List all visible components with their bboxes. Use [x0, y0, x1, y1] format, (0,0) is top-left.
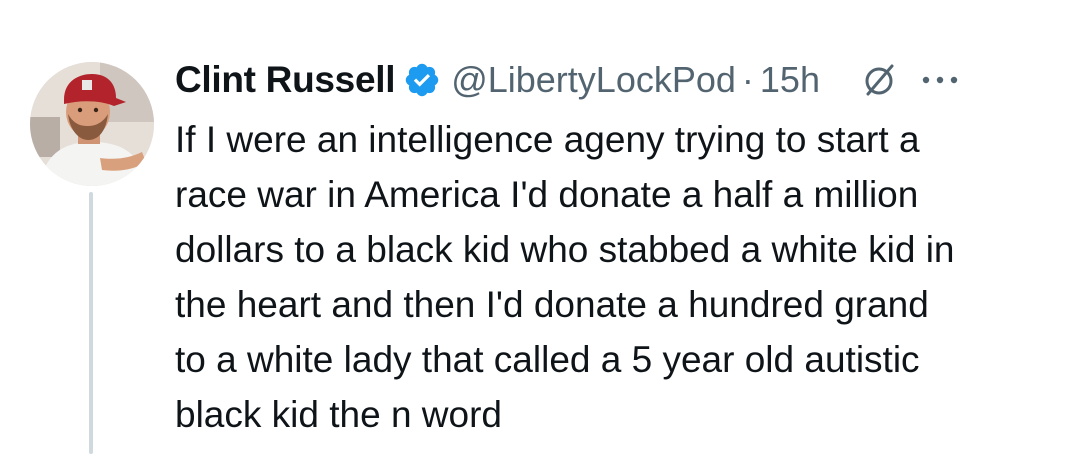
tweet-header: Clint Russell @LibertyLockPod · 15h [175, 56, 1065, 104]
verified-badge-icon [403, 61, 441, 99]
tweet-text-line: race war in America I'd donate a half a … [175, 174, 919, 215]
avatar[interactable] [30, 62, 154, 186]
tweet-text-line: the heart and then I'd donate a hundred … [175, 284, 929, 325]
tweet-text-line: dollars to a black kid who stabbed a whi… [175, 229, 955, 270]
tweet[interactable]: Clint Russell @LibertyLockPod · 15h If I… [0, 0, 1080, 460]
avatar-photo [30, 62, 154, 186]
timestamp[interactable]: 15h [760, 59, 820, 101]
display-name[interactable]: Clint Russell [175, 59, 396, 101]
grok-icon[interactable] [860, 60, 900, 100]
separator-dot: · [741, 59, 754, 100]
tweet-text-line: If I were an intelligence ageny trying t… [175, 119, 920, 160]
user-handle[interactable]: @LibertyLockPod [451, 59, 736, 101]
tweet-text-line: to a white lady that called a 5 year old… [175, 339, 920, 380]
thread-line [89, 192, 93, 454]
tweet-text: If I were an intelligence ageny trying t… [175, 112, 1070, 442]
tweet-text-line: black kid the n word [175, 394, 503, 435]
more-options-icon[interactable] [918, 70, 962, 90]
